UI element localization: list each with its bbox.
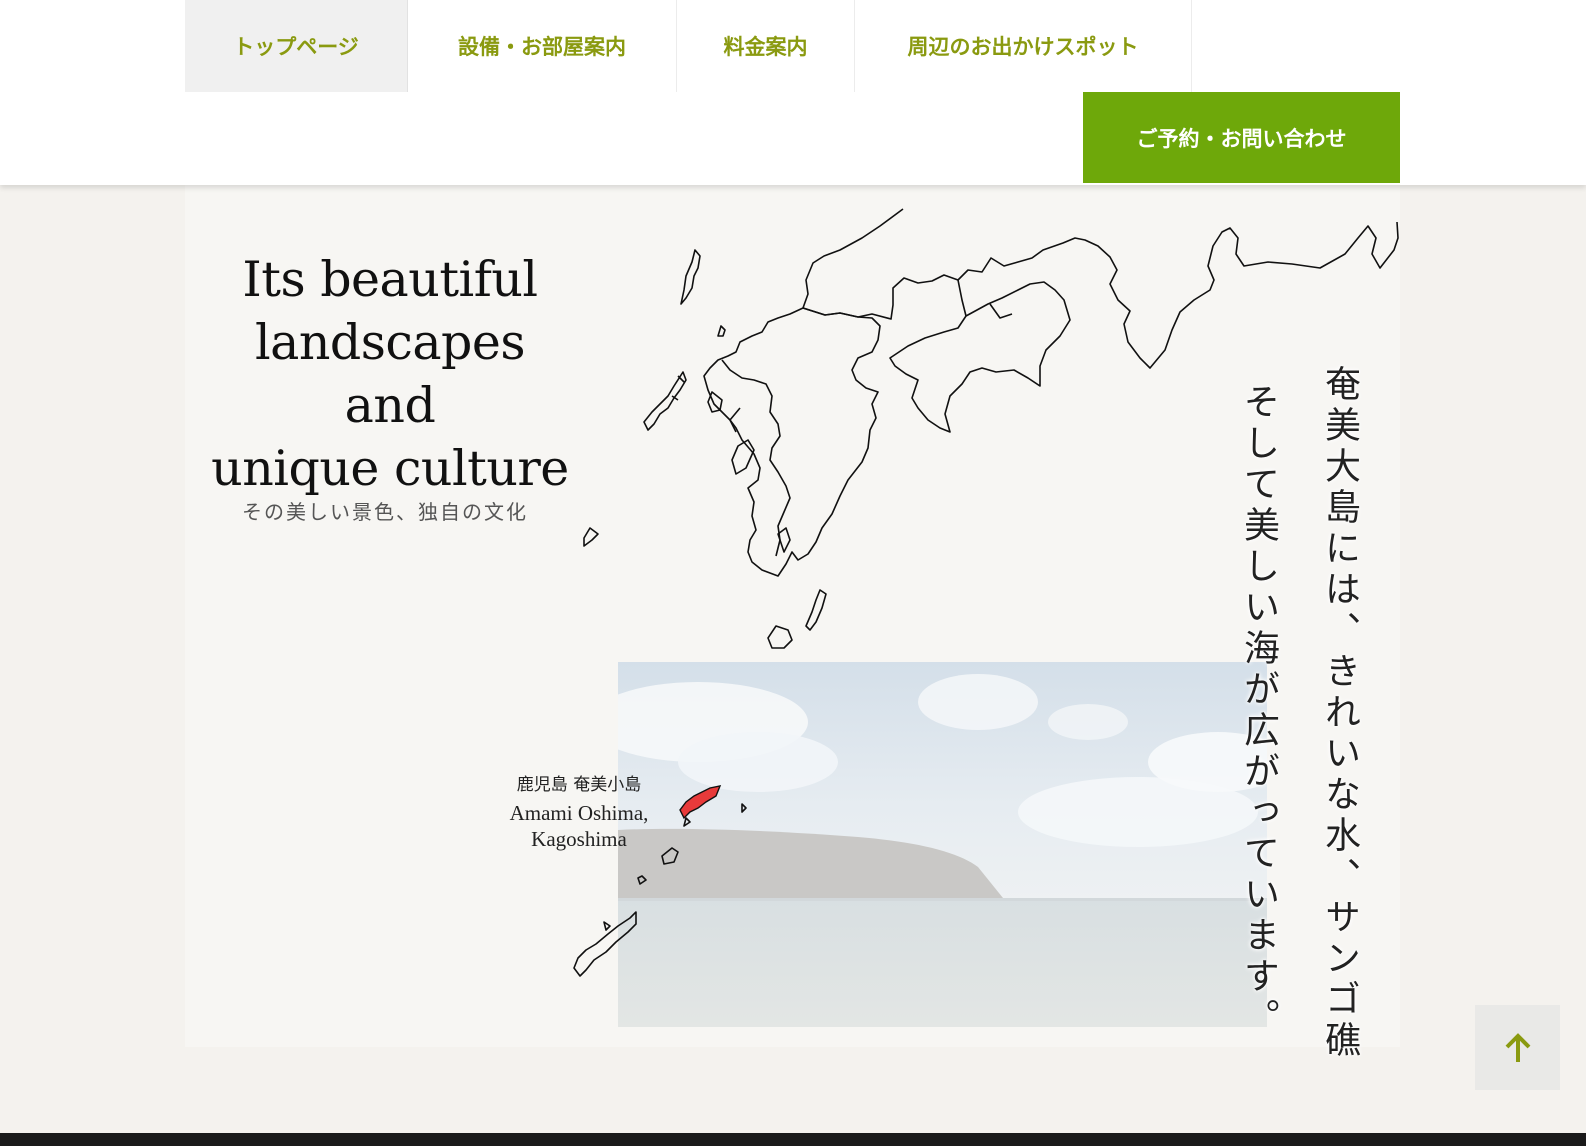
- map-label-en-line-1: Amami Oshima,: [509, 801, 649, 825]
- map-label-en-line-2: Kagoshima: [531, 827, 627, 851]
- reservation-contact-button[interactable]: ご予約・お問い合わせ: [1083, 92, 1400, 183]
- hero-subline: その美しい景色、独自の文化: [242, 500, 528, 524]
- back-to-top-button[interactable]: [1475, 1005, 1560, 1090]
- arrow-up-icon: [1505, 1032, 1530, 1062]
- hero-headline: Its beautiful landscapes and unique cult…: [205, 248, 575, 500]
- amami-oshima-highlight: [679, 785, 722, 820]
- map-label-jp: 鹿児島 奄美小島: [516, 775, 642, 795]
- nav-nearby-spots-label: 周辺のお出かけスポット: [907, 34, 1139, 59]
- map-label-en: Amami Oshima, Kagoshima: [495, 800, 663, 852]
- nav-facilities-rooms-label: 設備・お部屋案内: [458, 34, 626, 59]
- nav-facilities-rooms[interactable]: 設備・お部屋案内: [408, 0, 677, 92]
- nav-pricing-label: 料金案内: [723, 34, 808, 59]
- headline-line-1: Its beautiful: [242, 251, 538, 308]
- vertical-text-2: そして美しい海が広がっています。: [1238, 383, 1279, 1039]
- nav-nearby-spots[interactable]: 周辺のお出かけスポット: [855, 0, 1192, 92]
- headline-line-3: unique culture: [211, 440, 569, 497]
- site-header: トップページ 設備・お部屋案内 料金案内 周辺のお出かけスポット ご予約・お問い…: [0, 0, 1586, 185]
- main-nav: トップページ 設備・お部屋案内 料金案内 周辺のお出かけスポット: [185, 0, 1192, 92]
- nav-top-page-label: トップページ: [233, 34, 359, 59]
- headline-line-2: landscapes and: [254, 314, 526, 434]
- nav-top-page[interactable]: トップページ: [185, 0, 408, 92]
- nav-pricing[interactable]: 料金案内: [677, 0, 855, 92]
- vertical-text-1: 奄美大島には、きれいな水、サンゴ礁: [1319, 365, 1360, 1062]
